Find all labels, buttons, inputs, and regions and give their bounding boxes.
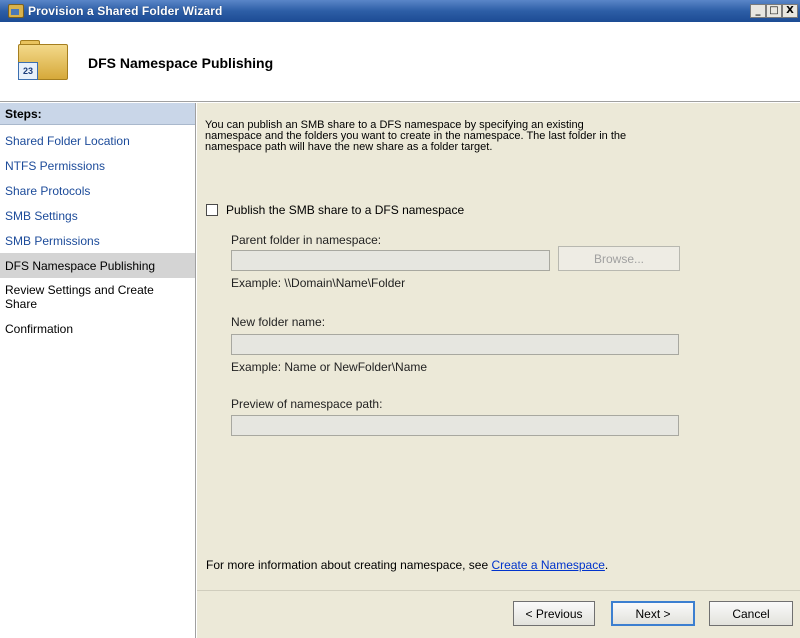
- new-folder-input[interactable]: [231, 334, 679, 355]
- intro-line-3: namespace path will have the new share a…: [205, 141, 493, 153]
- step-ntfs-permissions[interactable]: NTFS Permissions: [0, 159, 195, 173]
- steps-sidebar: Steps: Shared Folder Location NTFS Permi…: [0, 103, 196, 638]
- publish-checkbox[interactable]: [206, 204, 218, 216]
- intro-text: You can publish an SMB share to a DFS na…: [205, 120, 685, 153]
- preview-label: Preview of namespace path:: [231, 397, 383, 411]
- step-smb-permissions[interactable]: SMB Permissions: [0, 234, 195, 248]
- parent-folder-label: Parent folder in namespace:: [231, 233, 382, 247]
- more-info-end: .: [604, 558, 609, 572]
- parent-folder-input[interactable]: [231, 250, 550, 271]
- publish-checkbox-row[interactable]: Publish the SMB share to a DFS namespace: [206, 203, 464, 217]
- main-panel: You can publish an SMB share to a DFS na…: [197, 103, 800, 590]
- wizard-app-icon: [8, 4, 24, 18]
- create-namespace-link[interactable]: Create a Namespace: [492, 558, 605, 572]
- cancel-button[interactable]: Cancel: [709, 601, 793, 626]
- shared-folder-icon: 23: [18, 40, 70, 82]
- title-bar[interactable]: Provision a Shared Folder Wizard _ □ X: [0, 0, 800, 22]
- steps-heading: Steps:: [0, 103, 195, 125]
- new-folder-example: Example: Name or NewFolder\Name: [231, 360, 428, 374]
- preview-path-field: [231, 415, 679, 436]
- step-confirmation[interactable]: Confirmation: [0, 322, 195, 336]
- step-dfs-namespace-publishing[interactable]: DFS Namespace Publishing: [0, 253, 195, 278]
- step-smb-settings[interactable]: SMB Settings: [0, 209, 195, 223]
- next-button[interactable]: Next >: [611, 601, 695, 626]
- parent-folder-example: Example: \\Domain\Name\Folder: [231, 276, 406, 290]
- step-review-settings[interactable]: Review Settings and Create Share: [0, 283, 180, 311]
- more-info-prefix: For more information about creating name…: [206, 558, 489, 572]
- window-controls: _ □ X: [750, 4, 798, 18]
- wizard-footer: < Previous Next > Cancel: [197, 590, 800, 638]
- window-title: Provision a Shared Folder Wizard: [28, 4, 223, 18]
- step-shared-folder-location[interactable]: Shared Folder Location: [0, 134, 195, 148]
- new-folder-label: New folder name:: [231, 315, 326, 329]
- more-info-text: For more information about creating name…: [206, 558, 608, 572]
- page-title: DFS Namespace Publishing: [88, 55, 274, 71]
- step-share-protocols[interactable]: Share Protocols: [0, 184, 195, 198]
- browse-button[interactable]: Browse...: [558, 246, 680, 271]
- folder-badge: 23: [18, 62, 38, 80]
- publish-checkbox-label[interactable]: Publish the SMB share to a DFS namespace: [226, 203, 464, 217]
- maximize-button[interactable]: □: [766, 4, 782, 18]
- minimize-button[interactable]: _: [750, 4, 766, 18]
- wizard-header: 23 DFS Namespace Publishing: [0, 22, 800, 102]
- close-button[interactable]: X: [782, 4, 798, 18]
- previous-button[interactable]: < Previous: [513, 601, 595, 626]
